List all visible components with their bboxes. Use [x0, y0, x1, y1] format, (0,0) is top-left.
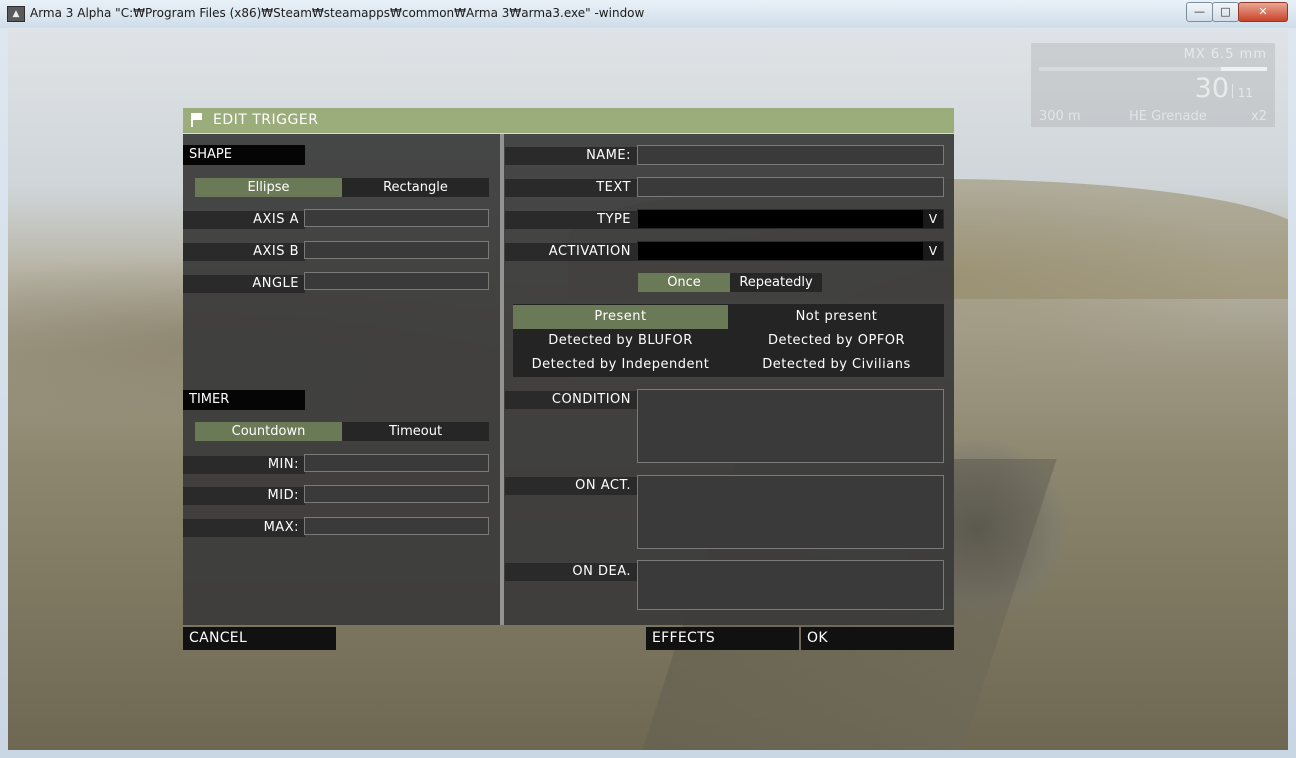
ok-button[interactable]: OK: [801, 627, 954, 650]
presence-option-civilians[interactable]: Detected by Civilians: [729, 353, 944, 377]
timer-toggle: Countdown Timeout: [195, 422, 489, 441]
timer-option-countdown[interactable]: Countdown: [195, 422, 342, 441]
axis-a-input[interactable]: [304, 209, 489, 227]
on-deactivation-label: ON DEA.: [505, 563, 637, 581]
condition-label: CONDITION: [505, 391, 637, 409]
hud-ammo-count: 30: [1194, 73, 1229, 104]
hud-grenade-count: x2: [1251, 109, 1267, 124]
hud-ammo-bar-fill: [1221, 67, 1267, 71]
on-activation-label: ON ACT.: [505, 477, 637, 495]
type-dropdown[interactable]: V: [637, 209, 944, 229]
presence-option-blufor[interactable]: Detected by BLUFOR: [513, 329, 728, 353]
condition-textarea[interactable]: [637, 389, 944, 463]
presence-option-not-present[interactable]: Not present: [729, 305, 944, 329]
axis-a-label: AXIS A: [183, 211, 305, 229]
dialog-header[interactable]: EDIT TRIGGER: [183, 108, 954, 133]
on-deactivation-textarea[interactable]: [637, 560, 944, 610]
repeat-option-repeatedly[interactable]: Repeatedly: [730, 273, 822, 292]
angle-label: ANGLE: [183, 275, 305, 293]
timer-section-label: TIMER: [183, 390, 305, 410]
shape-option-rectangle[interactable]: Rectangle: [342, 178, 489, 197]
on-activation-textarea[interactable]: [637, 475, 944, 549]
dialog-divider: [500, 134, 504, 625]
timer-option-timeout[interactable]: Timeout: [342, 422, 489, 441]
hud-grenade-type: HE Grenade: [1129, 109, 1207, 124]
repeat-option-once[interactable]: Once: [638, 273, 730, 292]
minimize-button[interactable]: —: [1186, 2, 1213, 22]
hud-separator: [1232, 84, 1233, 98]
shape-toggle: Ellipse Rectangle: [195, 178, 489, 197]
flag-icon: [191, 113, 203, 127]
hud-zeroing: 300 m: [1039, 109, 1081, 124]
axis-b-input[interactable]: [304, 241, 489, 259]
timer-mid-input[interactable]: [304, 485, 489, 503]
dialog-body: [183, 134, 954, 625]
arma-icon: ▲: [7, 6, 25, 22]
text-label: TEXT: [505, 179, 637, 197]
dialog-title: EDIT TRIGGER: [213, 112, 319, 128]
shape-section-label: SHAPE: [183, 145, 305, 165]
type-label: TYPE: [505, 211, 637, 229]
effects-button[interactable]: EFFECTS: [646, 627, 799, 650]
presence-options: Present Not present Detected by BLUFOR D…: [513, 304, 944, 377]
hud-magazine-count: 11: [1237, 86, 1253, 100]
window-title: Arma 3 Alpha "C:₩Program Files (x86)₩Ste…: [30, 6, 645, 20]
presence-option-independent[interactable]: Detected by Independent: [513, 353, 728, 377]
name-input[interactable]: [637, 145, 944, 165]
chevron-down-icon[interactable]: V: [923, 242, 943, 260]
presence-option-present[interactable]: Present: [513, 305, 728, 329]
axis-b-label: AXIS B: [183, 243, 305, 261]
game-viewport: MX 6.5 mm 30 11 300 m HE Grenade x2 EDIT…: [8, 29, 1288, 750]
timer-max-label: MAX:: [183, 519, 305, 537]
maximize-button[interactable]: □: [1212, 2, 1239, 22]
timer-min-input[interactable]: [304, 454, 489, 472]
activation-dropdown[interactable]: V: [637, 241, 944, 261]
hud-ammo-bar: [1039, 67, 1267, 71]
cancel-button[interactable]: CANCEL: [183, 627, 336, 650]
text-input[interactable]: [637, 177, 944, 197]
angle-input[interactable]: [304, 272, 489, 290]
repeat-toggle: Once Repeatedly: [638, 273, 822, 292]
name-label: NAME:: [505, 147, 637, 165]
window-frame: ▲ Arma 3 Alpha "C:₩Program Files (x86)₩S…: [0, 0, 1296, 758]
shape-option-ellipse[interactable]: Ellipse: [195, 178, 342, 197]
title-bar[interactable]: ▲ Arma 3 Alpha "C:₩Program Files (x86)₩S…: [0, 0, 1296, 28]
timer-min-label: MIN:: [183, 456, 305, 474]
weapon-hud: MX 6.5 mm 30 11 300 m HE Grenade x2: [1031, 43, 1275, 127]
activation-label: ACTIVATION: [505, 243, 637, 261]
hud-weapon-name: MX 6.5 mm: [1183, 47, 1267, 62]
timer-mid-label: MID:: [183, 487, 305, 505]
presence-option-opfor[interactable]: Detected by OPFOR: [729, 329, 944, 353]
timer-max-input[interactable]: [304, 517, 489, 535]
chevron-down-icon[interactable]: V: [923, 210, 943, 228]
close-button[interactable]: ✕: [1238, 2, 1288, 22]
